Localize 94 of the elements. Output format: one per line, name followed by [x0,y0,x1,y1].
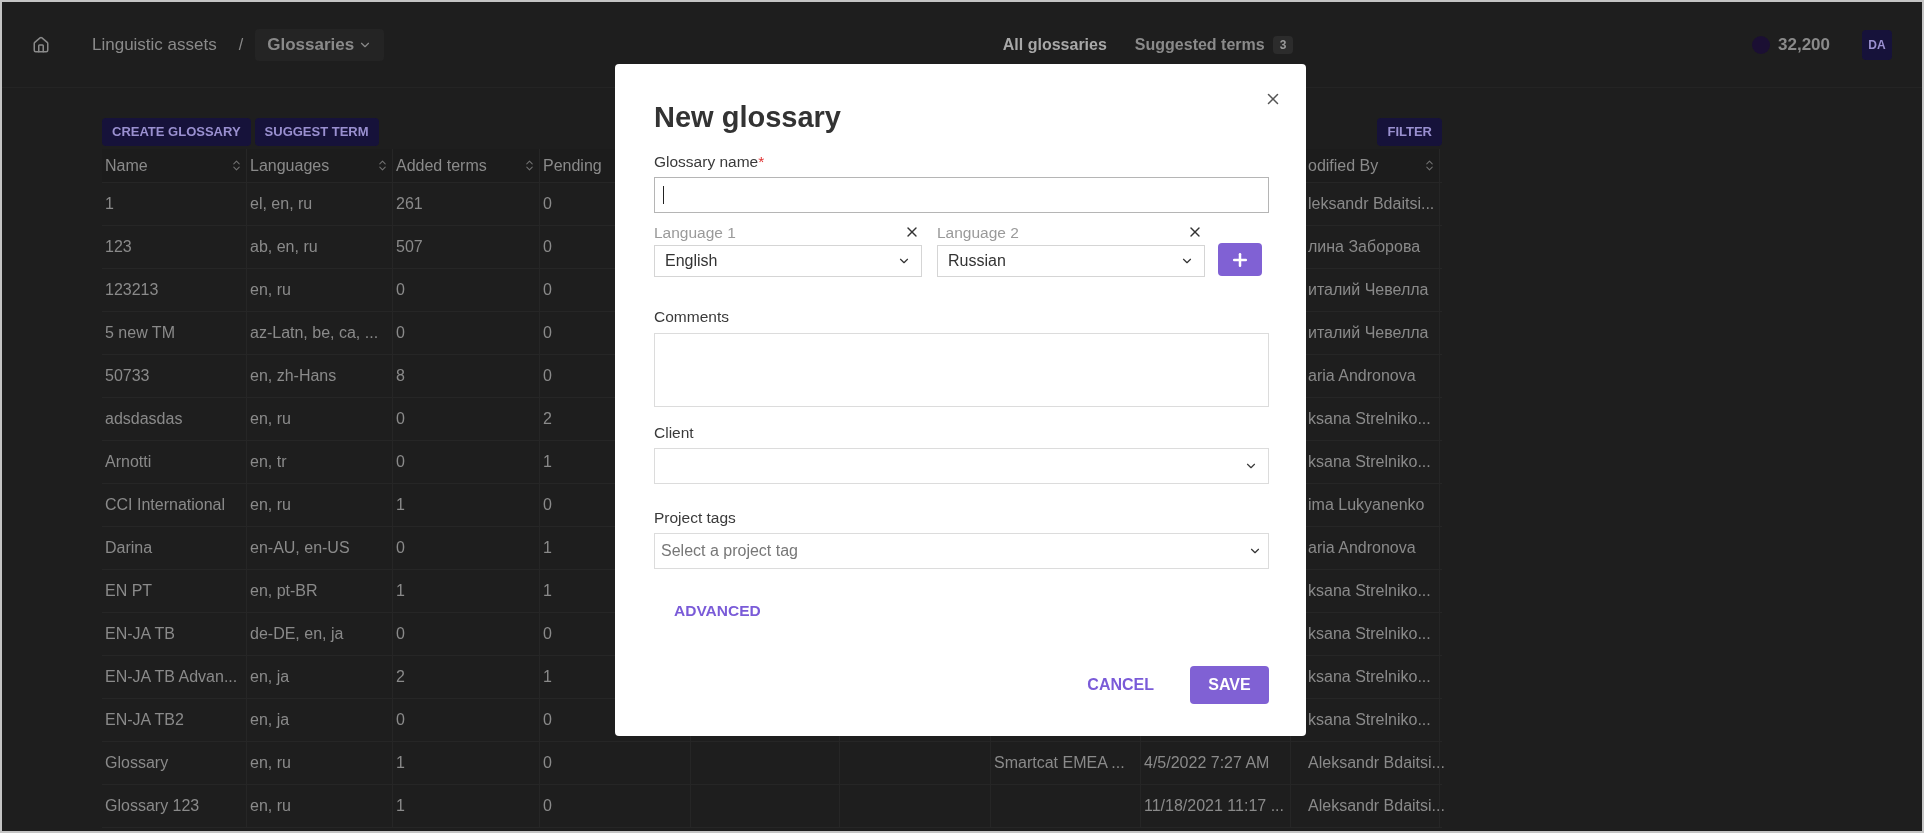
count-badge: 3 [1272,35,1294,54]
field-label: Project tags [654,507,737,528]
table-cell-text: Aleksandr Bdaitsi... [1307,796,1445,816]
breadcrumb-separator: / [238,34,244,55]
table-cell-text: 4/5/2022 7:27 AM [1144,753,1270,773]
table-cell-text: 1 [543,452,552,472]
table-cell-text: 0 [396,538,405,558]
table-cell-text: 0 [543,710,552,730]
table-cell-text: en, ru [250,753,291,773]
table-cell-text: 11/18/2021 11:17 ... [1144,796,1284,816]
table-cell-text: de-DE, en, ja [250,624,344,644]
table-cell-text: en, ja [250,667,290,687]
field-label: Glossary name [654,152,759,172]
table-cell-text: ksana Strelniko... [1307,667,1431,687]
table-cell-text: Glossary 123 [105,796,200,816]
table-cell-text: ab, en, ru [250,237,318,257]
column-label: odified By [1307,155,1379,176]
column-label: Name [105,155,148,176]
table-cell-text: 0 [543,237,552,257]
table-cell-text: 1 [396,753,405,773]
table-cell-text: 0 [543,753,552,773]
table-cell-text: aria Andronova [1307,366,1416,386]
table-cell-text: EN-JA TB [105,624,175,644]
table-cell-text: ima Lukyanenko [1307,495,1425,515]
table-cell-text: EN-JA TB Advan... [105,667,238,687]
table-cell-text: 0 [396,710,405,730]
table-cell-text: 50733 [105,366,150,386]
table-cell-text: aria Andronova [1307,538,1416,558]
table-cell-text: 2 [543,409,552,429]
table-cell-text: en, tr [250,452,287,472]
table-cell-text: италий Чевелла [1307,323,1429,343]
table-cell-text: 0 [543,796,552,816]
table-cell-text: EN PT [105,581,153,601]
field-label: Client [654,422,695,443]
table-cell-text: Arnotti [105,452,152,472]
table-cell-text: 0 [396,624,405,644]
table-cell-text: лина Заборова [1307,237,1421,257]
column-label: Languages [250,155,330,176]
dialog-title: New glossary [654,100,842,134]
table-cell-text: el, en, ru [250,194,313,214]
table-cell-text: en-AU, en-US [250,538,350,558]
table-cell-text: Darina [105,538,153,558]
table-cell-text: 1 [543,538,552,558]
table-cell-text: ksana Strelniko... [1307,581,1431,601]
table-cell-text: ksana Strelniko... [1307,710,1431,730]
table-cell-text: 1 [543,581,552,601]
field-label: Comments [654,307,730,328]
table-cell-text: EN-JA TB2 [105,710,184,730]
table-cell-text: 8 [396,366,405,386]
field-label: Language 1 [654,222,736,243]
field-label: Language 2 [937,222,1019,243]
table-cell-text: Aleksandr Bdaitsi... [1307,753,1445,773]
table-cell-text: Smartcat EMEA ... [994,753,1125,773]
table-cell-text: 0 [543,366,552,386]
table-cell-text: CCI International [105,495,226,515]
table-cell-text: en, ru [250,409,291,429]
column-label: Pending [543,155,602,176]
table-cell-text: италий Чевелла [1307,280,1429,300]
required-marker: * [758,152,765,172]
table-cell-text: 2 [396,667,405,687]
table-cell-text: 0 [396,452,405,472]
table-cell-text: ksana Strelniko... [1307,624,1431,644]
table-cell-text: en, zh-Hans [250,366,337,386]
table-cell-text: 0 [543,194,552,214]
table-cell-text: 261 [396,194,423,214]
table-cell-text: ksana Strelniko... [1307,452,1431,472]
table-cell-text: en, ru [250,280,291,300]
table-cell-text: 1 [396,495,405,515]
table-cell-text: 1 [396,581,405,601]
table-cell-text: 0 [543,280,552,300]
table-cell-text: en, ru [250,796,291,816]
table-cell-text: 5 new TM [105,323,175,343]
table-cell-text: 0 [543,495,552,515]
balance-amount: 32,200 [1778,33,1830,56]
table-cell-text: 0 [543,624,552,644]
table-cell-text: 1 [396,796,405,816]
table-cell-text: 1 [105,194,114,214]
table-cell-text: Glossary [105,753,169,773]
table-cell-text: 507 [396,237,423,257]
table-cell-text: en, ja [250,710,290,730]
table-cell-text: 1 [543,667,552,687]
table-cell-text: en, ru [250,495,291,515]
table-cell-text: 0 [396,280,405,300]
table-cell-text: 0 [396,409,405,429]
table-cell-text: adsdasdas [105,409,183,429]
table-cell-text: ksana Strelniko... [1307,409,1431,429]
table-cell-text: az-Latn, be, ca, ... [250,323,379,343]
table-cell-text: 0 [396,323,405,343]
table-cell-text: 0 [543,323,552,343]
table-cell-text: 123 [105,237,132,257]
table-cell-text: leksandr Bdaitsi... [1307,194,1435,214]
column-label: Added terms [396,155,487,176]
table-cell-text: en, pt-BR [250,581,318,601]
table-cell-text: 123213 [105,280,159,300]
